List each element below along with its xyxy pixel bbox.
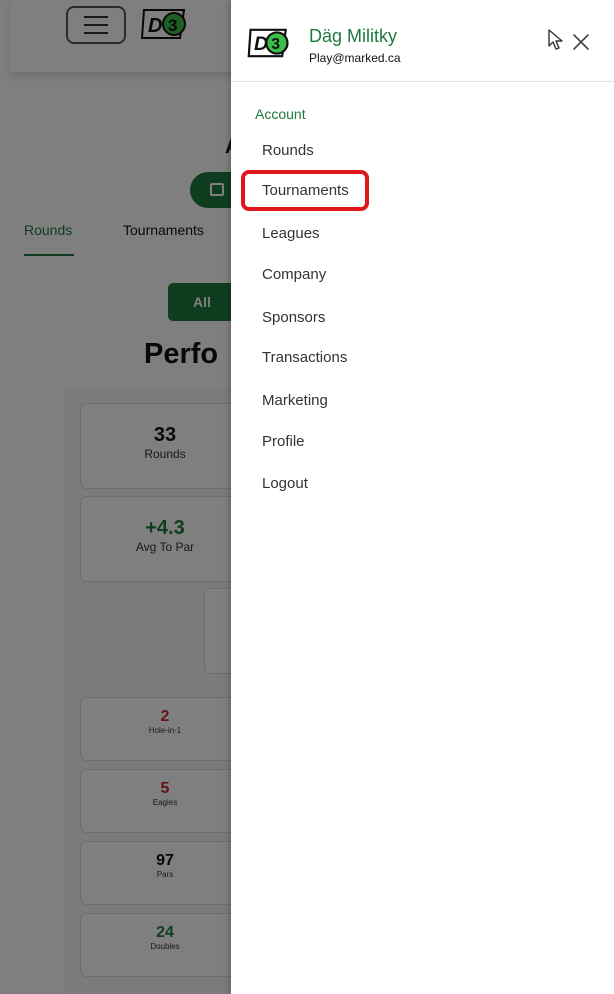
- highlight-annotation: [241, 170, 369, 211]
- user-name: Däg Militky: [309, 26, 398, 46]
- svg-text:3: 3: [271, 36, 280, 53]
- nav-drawer: D 3 Däg Militky Play@marked.ca Account R…: [231, 0, 614, 994]
- menu-item-company[interactable]: Company: [262, 266, 326, 283]
- drawer-header: D 3 Däg Militky Play@marked.ca: [231, 0, 614, 82]
- close-icon[interactable]: [569, 30, 593, 54]
- menu-item-sponsors[interactable]: Sponsors: [262, 309, 325, 326]
- menu-item-profile[interactable]: Profile: [262, 433, 305, 450]
- d3-logo-icon: D 3: [247, 28, 289, 58]
- menu-item-marketing[interactable]: Marketing: [262, 392, 328, 409]
- account-section-label: Account: [255, 106, 306, 122]
- menu-item-rounds[interactable]: Rounds: [262, 142, 314, 159]
- user-email: Play@marked.ca: [309, 51, 401, 65]
- menu-item-transactions[interactable]: Transactions: [262, 349, 347, 366]
- cursor-icon: [548, 29, 563, 50]
- menu-item-logout[interactable]: Logout: [262, 475, 308, 492]
- menu-item-leagues[interactable]: Leagues: [262, 225, 320, 242]
